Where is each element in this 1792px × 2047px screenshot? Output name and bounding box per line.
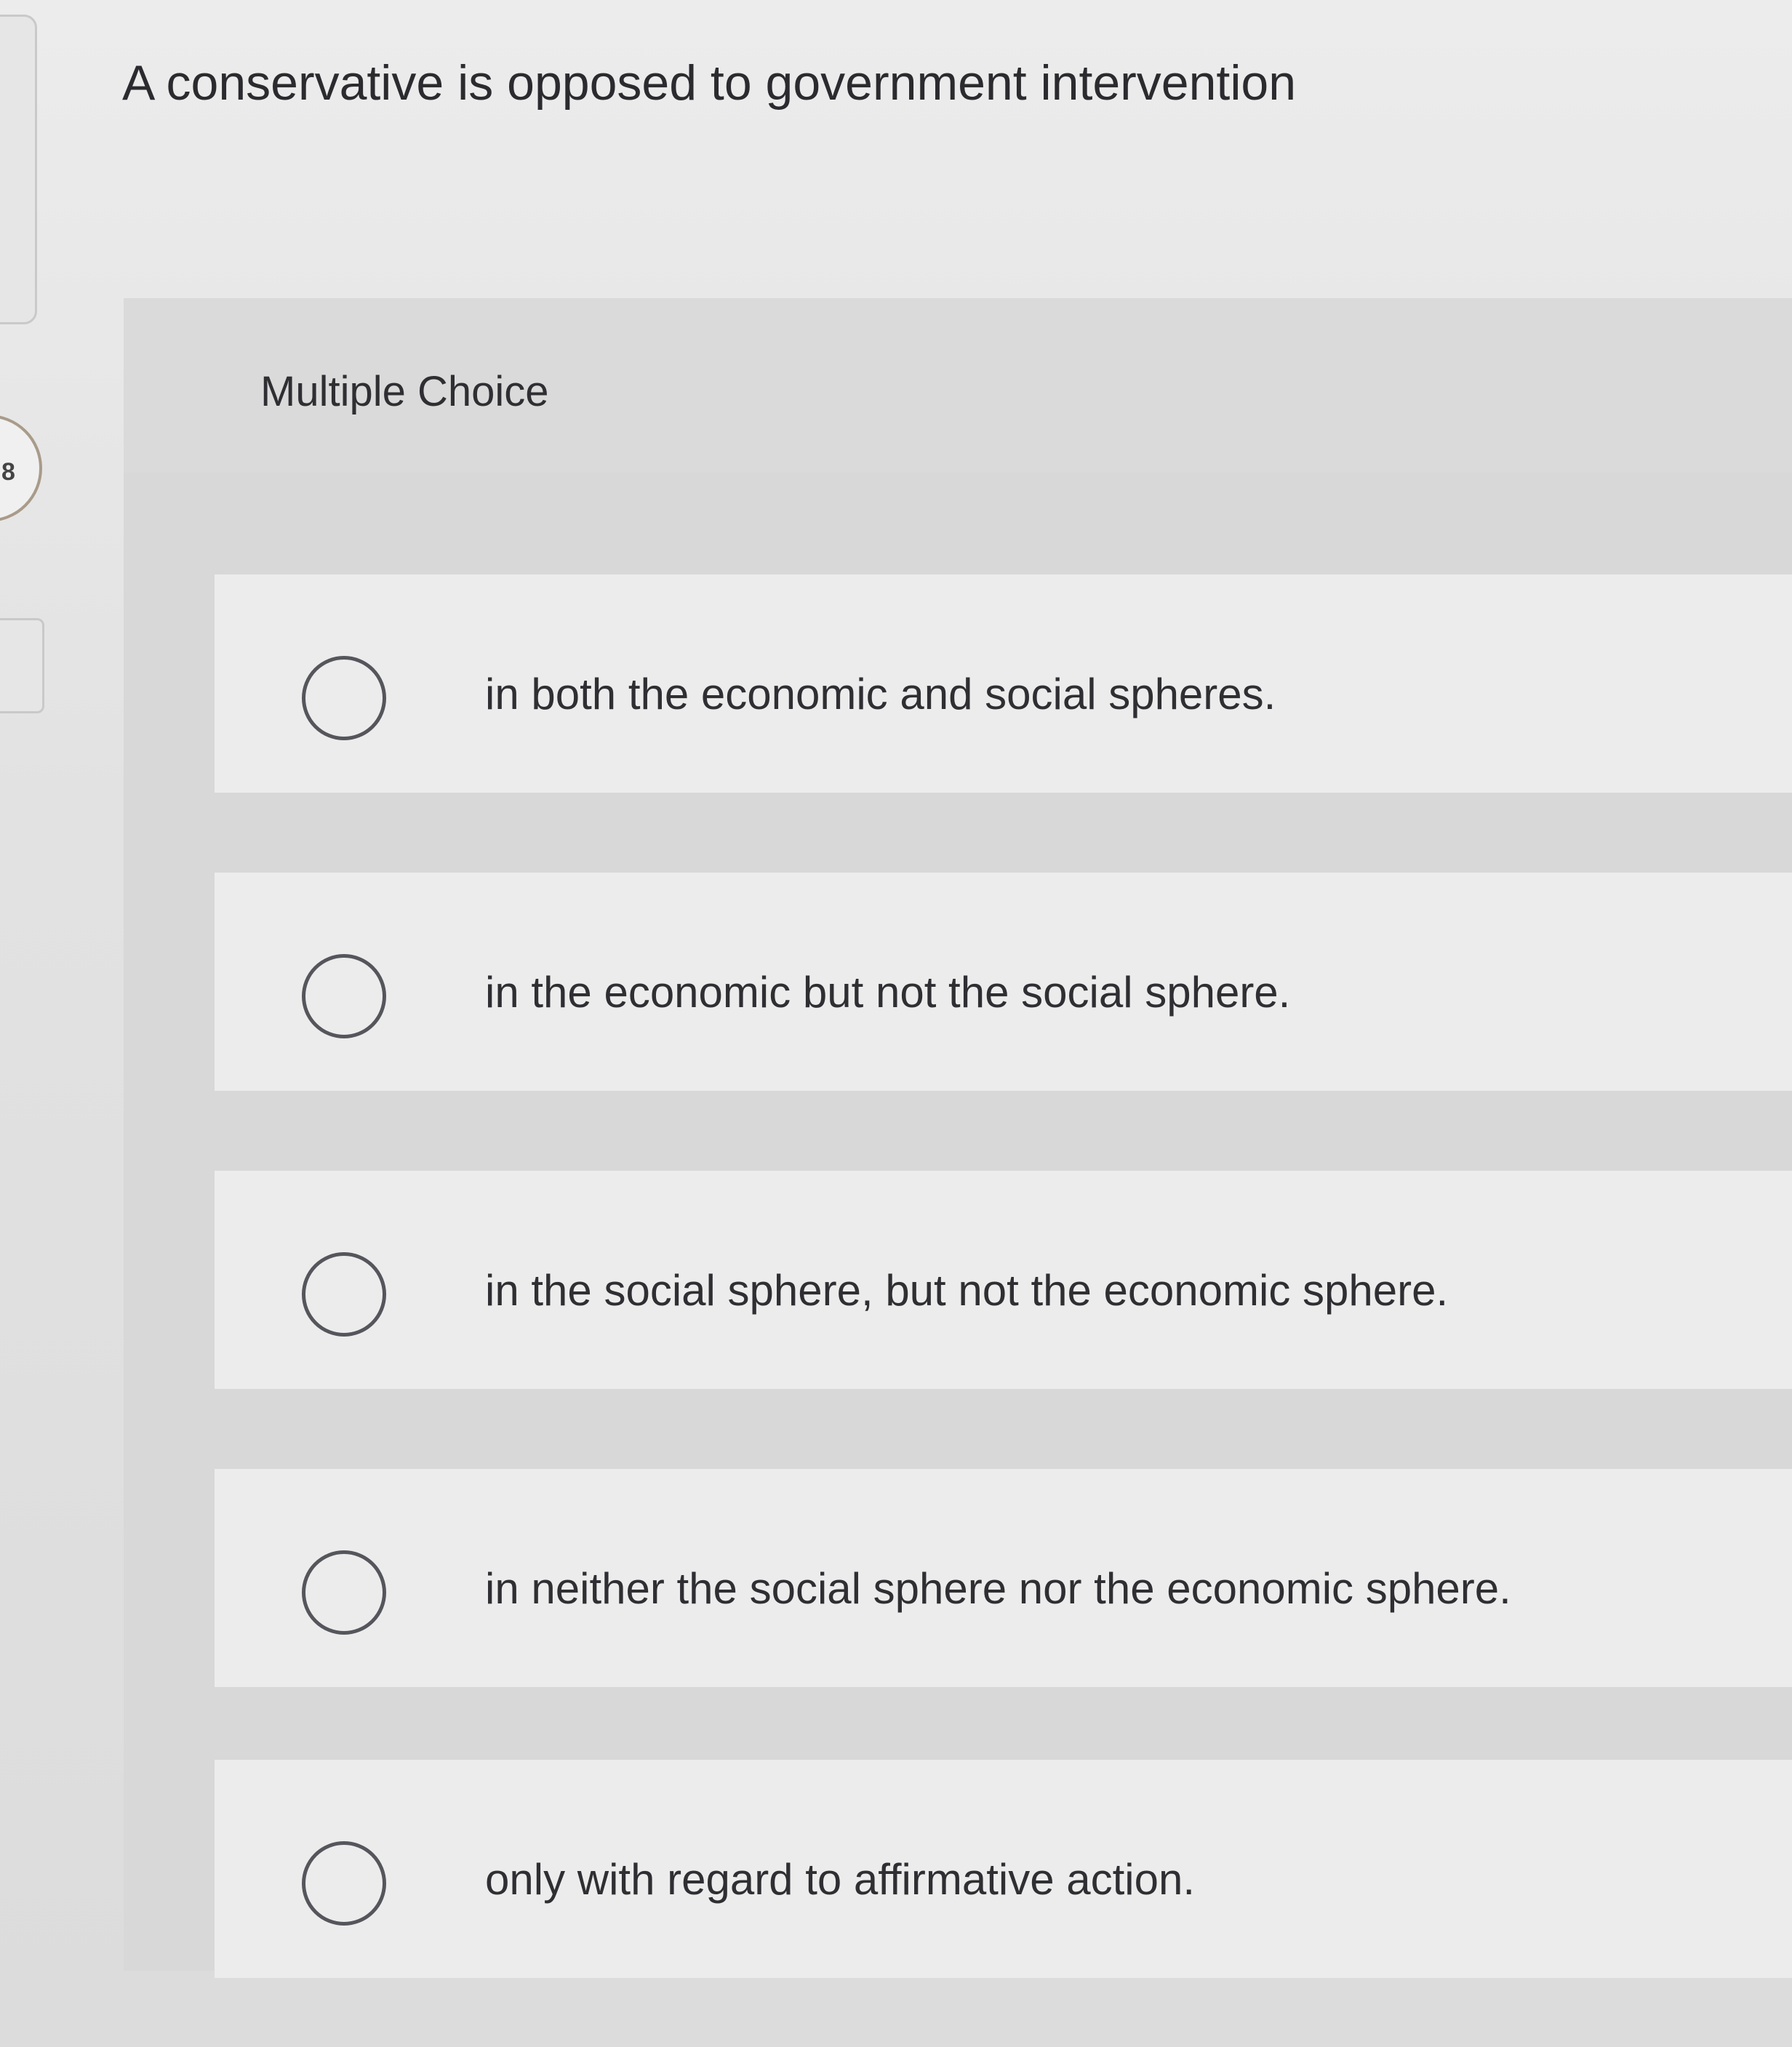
question-nav-panel [0,15,37,324]
answer-choice-label: in the economic but not the social spher… [485,968,1291,1017]
radio-button-icon[interactable] [302,656,386,740]
answer-choice-label: in neither the social sphere nor the eco… [485,1564,1511,1613]
question-panel: Multiple Choice in both the economic and… [124,298,1792,1978]
radio-button-icon[interactable] [302,1841,386,1926]
answer-choice-4[interactable]: in neither the social sphere nor the eco… [215,1469,1792,1687]
answer-choice-5[interactable]: only with regard to affirmative action. [215,1760,1792,1978]
answer-choice-label: only with regard to affirmative action. [485,1855,1196,1904]
answer-choice-3[interactable]: in the social sphere, but not the econom… [215,1171,1792,1389]
answer-choice-label: in the social sphere, but not the econom… [485,1266,1449,1315]
radio-button-icon[interactable] [302,954,386,1038]
answer-choice-label: in both the economic and social spheres. [485,670,1276,718]
question-prompt: A conservative is opposed to government … [122,55,1297,111]
radio-button-icon[interactable] [302,1252,386,1337]
answer-choice-2[interactable]: in the economic but not the social spher… [215,873,1792,1091]
answer-choice-1[interactable]: in both the economic and social spheres. [215,574,1792,793]
question-number: 8 [1,458,15,486]
question-type-label: Multiple Choice [260,368,549,415]
question-nav-button[interactable] [0,618,44,713]
question-type-header: Multiple Choice [124,298,1792,473]
radio-button-icon[interactable] [302,1550,386,1635]
